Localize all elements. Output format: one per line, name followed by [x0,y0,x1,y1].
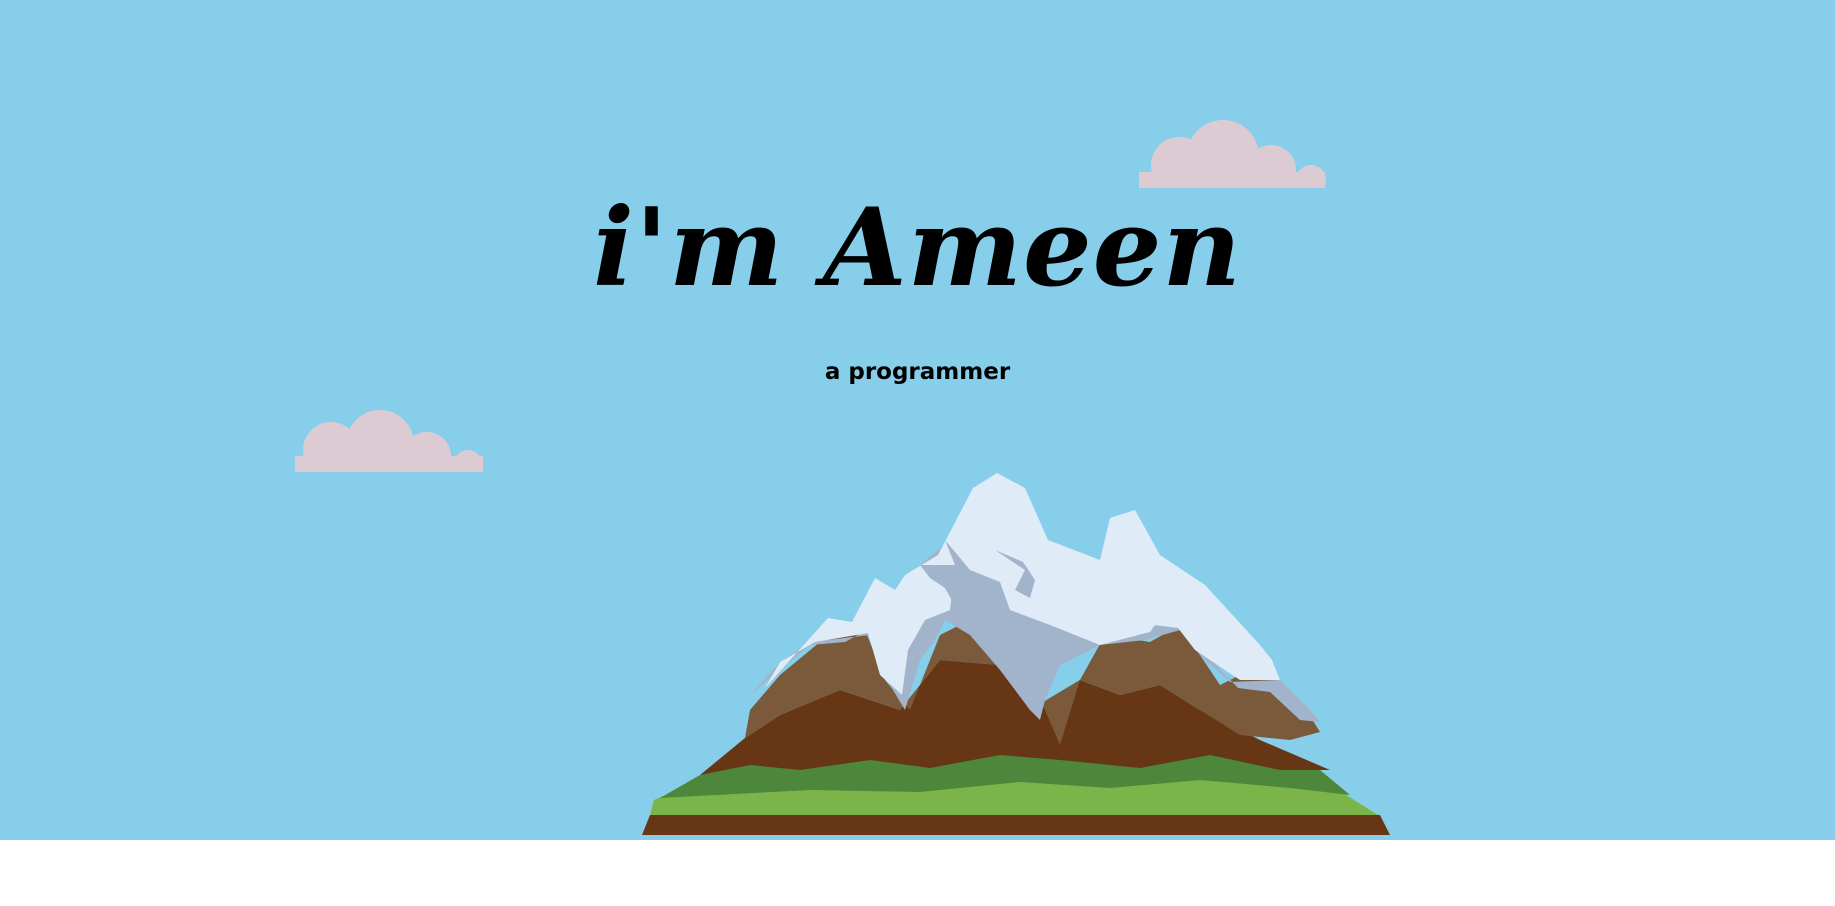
hero-title: i'm Ameen [593,185,1242,311]
hero-section: i'm Ameen a programmer [0,0,1835,840]
cloud-icon [295,410,483,472]
hero-subtitle: a programmer [824,359,1011,385]
below-fold-area [0,840,1835,906]
mountain-illustration [642,473,1390,835]
cloud-icon [1139,120,1326,188]
